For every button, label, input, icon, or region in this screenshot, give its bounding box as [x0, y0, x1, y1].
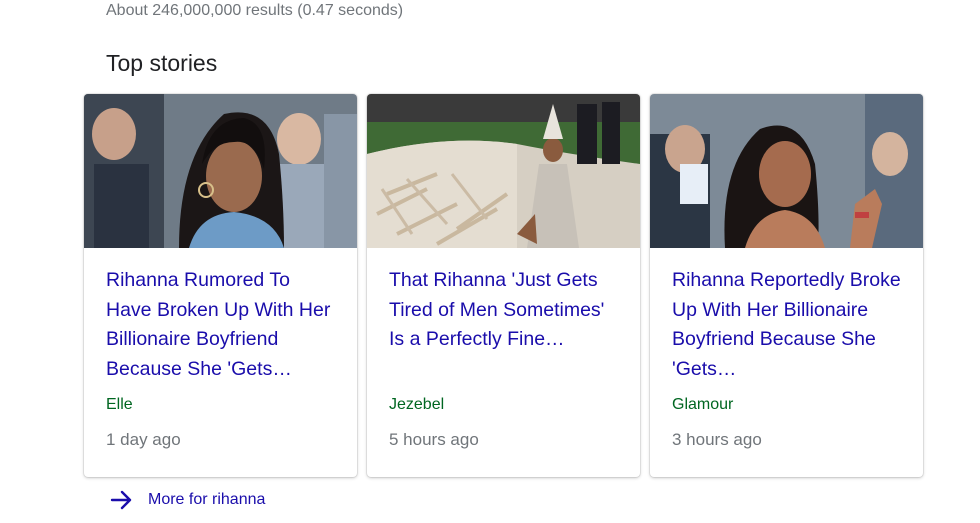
more-stories-link[interactable]: More for rihanna — [110, 490, 265, 510]
story-source: Elle — [106, 396, 133, 413]
story-age: 5 hours ago — [389, 430, 479, 449]
more-stories-label[interactable]: More for rihanna — [148, 491, 265, 509]
top-stories-heading: Top stories — [106, 50, 218, 76]
story-source: Glamour — [672, 396, 734, 413]
story-thumbnail[interactable] — [367, 94, 640, 248]
story-card[interactable]: Rihanna Rumored To Have Broken Up With H… — [84, 94, 357, 477]
arrow-right-icon — [110, 490, 134, 510]
story-age: 3 hours ago — [672, 430, 762, 449]
story-thumbnail[interactable] — [84, 94, 357, 248]
result-stats: About 246,000,000 results (0.47 seconds) — [106, 2, 404, 19]
story-card[interactable]: Rihanna Reportedly Broke Up With Her Bil… — [650, 94, 923, 477]
top-stories-carousel: Rihanna Rumored To Have Broken Up With H… — [84, 94, 923, 477]
story-headline[interactable]: Rihanna Reportedly Broke Up With Her Bil… — [672, 266, 901, 384]
story-thumbnail[interactable] — [650, 94, 923, 248]
story-headline[interactable]: That Rihanna 'Just Gets Tired of Men Som… — [389, 266, 618, 384]
story-headline[interactable]: Rihanna Rumored To Have Broken Up With H… — [106, 266, 335, 384]
story-card[interactable]: That Rihanna 'Just Gets Tired of Men Som… — [367, 94, 640, 477]
story-age: 1 day ago — [106, 430, 181, 449]
story-source: Jezebel — [389, 396, 445, 413]
